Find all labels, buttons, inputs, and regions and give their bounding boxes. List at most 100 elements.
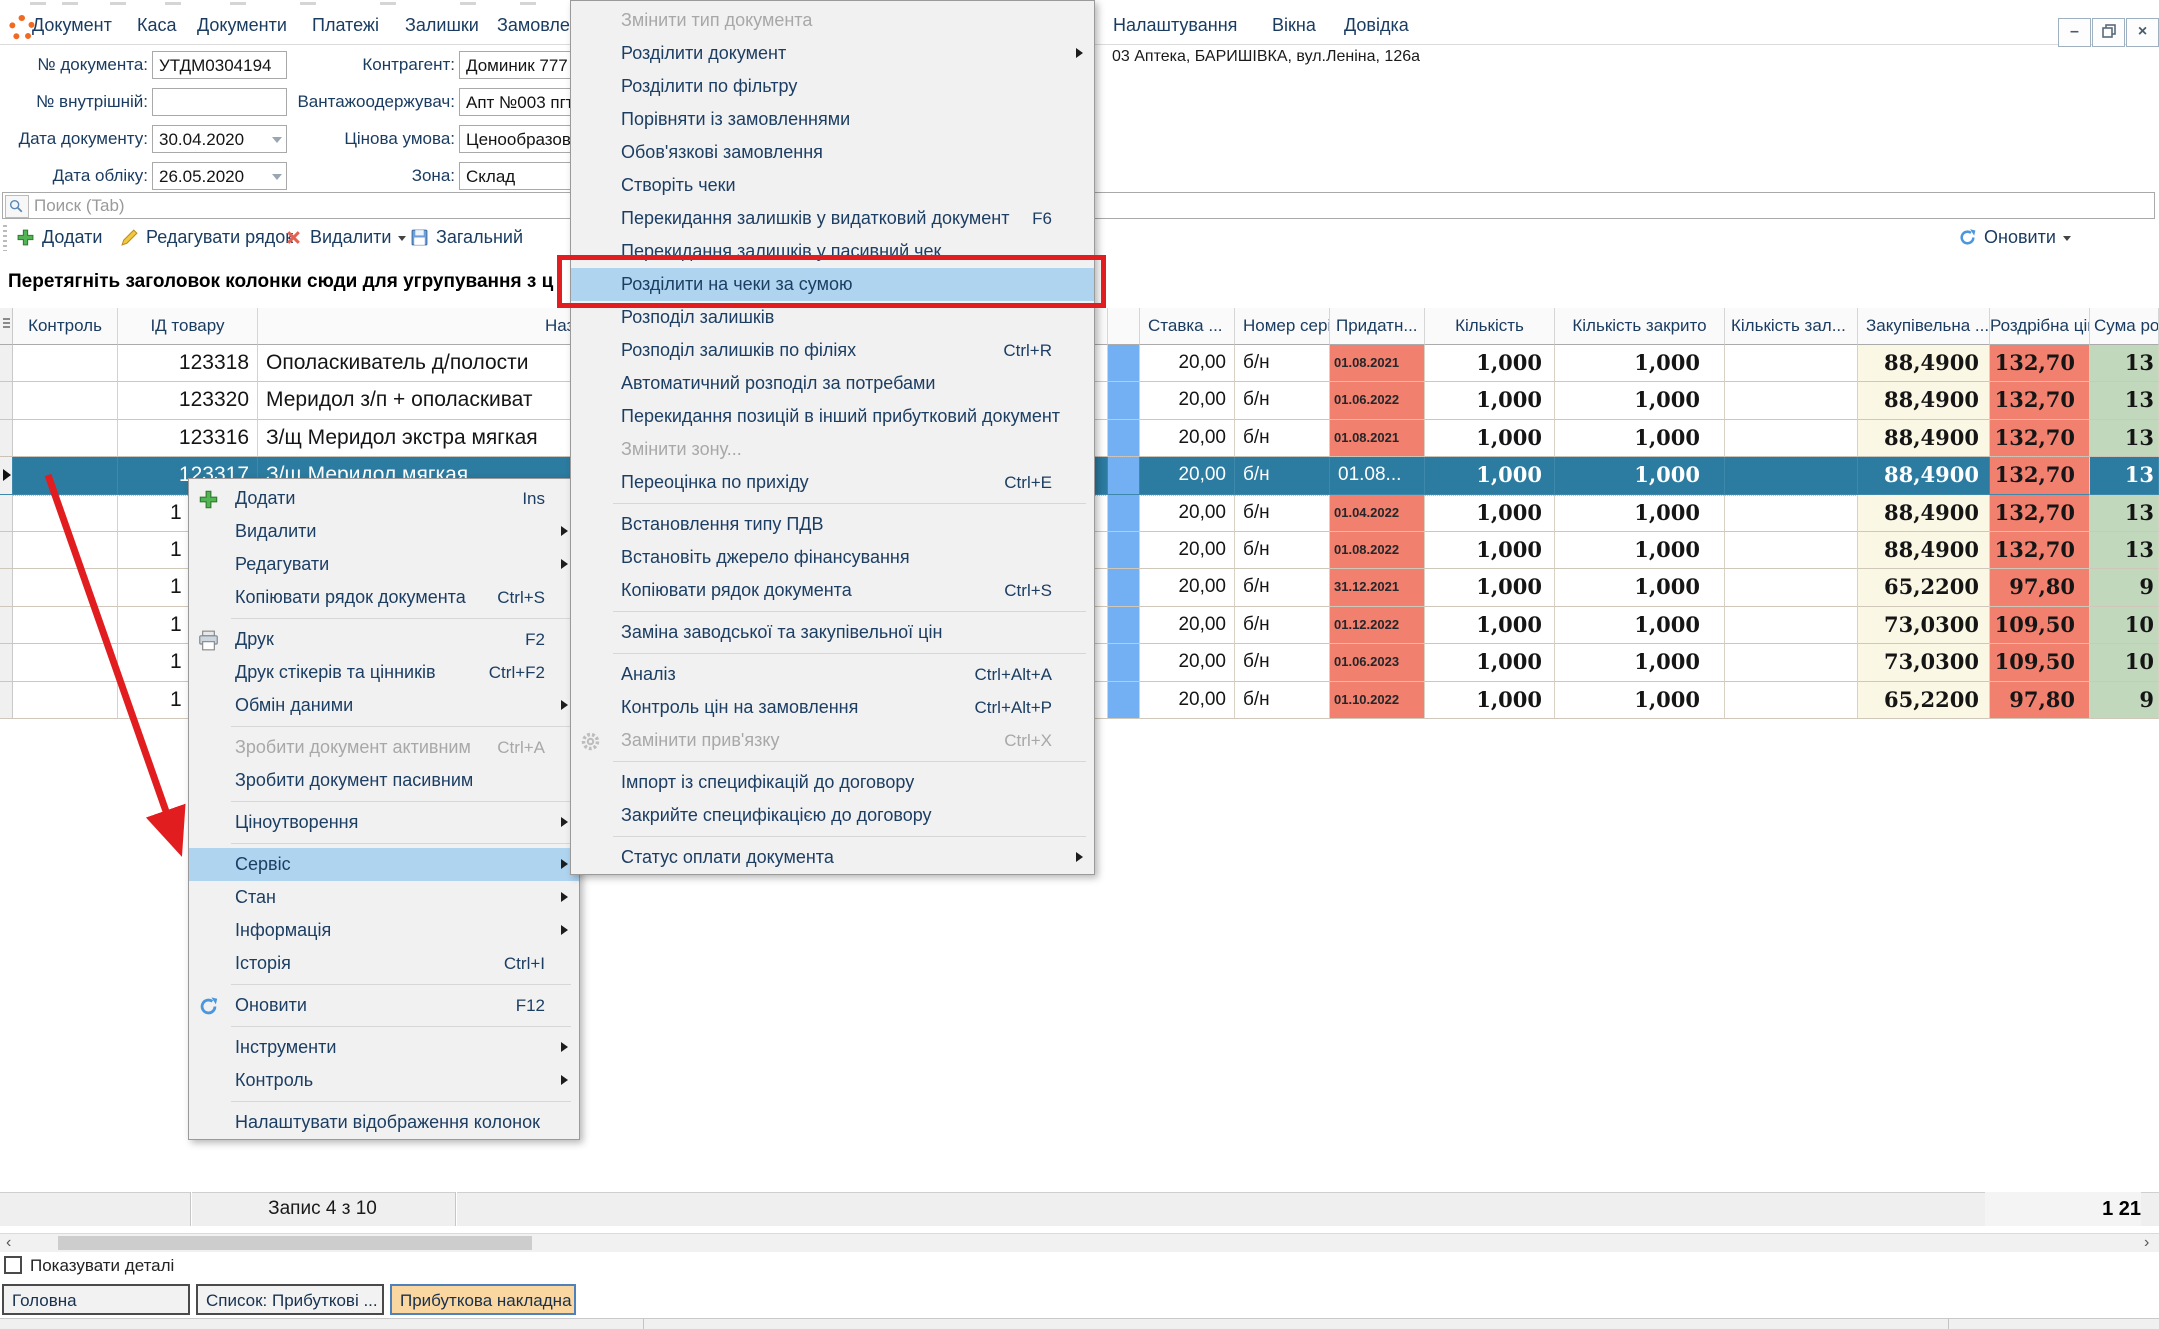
context-menu-item[interactable]: ОновитиF12 — [189, 989, 579, 1022]
menubar-item[interactable]: Налаштування — [1113, 6, 1237, 44]
chevron-down-icon[interactable] — [272, 137, 282, 143]
menu-shortcut: Ins — [522, 482, 545, 515]
menubar-item[interactable]: Каса — [137, 6, 177, 44]
text-field[interactable]: УТДМ0304194 — [152, 51, 287, 79]
table-cell-sum: 13 — [2090, 457, 2159, 494]
table-cell-sum: 10 — [2090, 644, 2159, 681]
table-header-retail[interactable]: Роздрібна ціна — [1990, 308, 2090, 345]
context-menu-item[interactable]: Стан — [189, 881, 579, 914]
submenu-item[interactable]: Переоцінка по прихідуCtrl+E — [571, 466, 1094, 499]
table-header-rate[interactable]: Ставка ... — [1140, 308, 1235, 345]
submenu-item[interactable]: Імпорт із специфікацій до договору — [571, 766, 1094, 799]
context-menu-item[interactable]: ІсторіяCtrl+I — [189, 947, 579, 980]
context-menu-item[interactable]: Сервіс — [189, 848, 579, 881]
submenu-item[interactable]: Копіювати рядок документаCtrl+S — [571, 574, 1094, 607]
scroll-left-icon[interactable]: ‹ — [6, 1234, 11, 1252]
submenu-item[interactable]: Розподіл залишків по філіяхCtrl+R — [571, 334, 1094, 367]
restore-button[interactable] — [2092, 18, 2125, 47]
tab-incoming-invoice[interactable]: Прибуткова накладна . — [390, 1284, 576, 1315]
context-menu-item[interactable]: Контроль — [189, 1064, 579, 1097]
minimize-button[interactable]: – — [2058, 18, 2091, 47]
menubar-item[interactable]: Замовле — [497, 6, 570, 44]
table-header-qty_left[interactable]: Кількість зал... — [1725, 308, 1858, 345]
menubar-item[interactable]: Вікна — [1272, 6, 1316, 44]
submenu-arrow-icon — [561, 1042, 568, 1052]
submenu-item[interactable]: АналізCtrl+Alt+A — [571, 658, 1094, 691]
context-menu-item[interactable]: Обмін даними — [189, 689, 579, 722]
menu-item-label: Друк — [235, 629, 274, 649]
submenu-item[interactable]: Встановіть джерело фінансування — [571, 541, 1094, 574]
scrollbar-thumb[interactable] — [58, 1236, 532, 1250]
add-button[interactable]: Додати — [16, 222, 102, 253]
toolbar-grip[interactable] — [3, 225, 7, 251]
edit-row-button[interactable]: Редагувати рядок — [120, 222, 293, 253]
close-button[interactable]: × — [2126, 18, 2159, 47]
horizontal-scrollbar[interactable]: ‹ › — [0, 1233, 2159, 1252]
submenu-item[interactable]: Закрийте специфікацією до договору — [571, 799, 1094, 832]
submenu-arrow-icon — [561, 817, 568, 827]
context-menu-item[interactable]: Зробити документ пасивним — [189, 764, 579, 797]
table-header-control[interactable]: Контроль — [13, 308, 118, 345]
clipped-glyph — [300, 2, 316, 5]
submenu-item[interactable]: Контроль цін на замовленняCtrl+Alt+P — [571, 691, 1094, 724]
submenu-item[interactable]: Порівняти із замовленнями — [571, 103, 1094, 136]
refresh-button[interactable]: Оновити — [1958, 222, 2071, 253]
table-cell-sum: 13 — [2090, 532, 2159, 569]
table-header-sum[interactable]: Сума роз — [2090, 308, 2159, 345]
submenu-item[interactable]: Перекидання позицій в інший прибутковий … — [571, 400, 1094, 433]
current-row-arrow-icon — [3, 469, 11, 481]
table-cell-flag — [1108, 607, 1140, 644]
context-menu-item[interactable]: ДодатиIns — [189, 482, 579, 515]
table-header-flag[interactable] — [1108, 308, 1140, 345]
submenu-item[interactable]: Встановлення типу ПДВ — [571, 508, 1094, 541]
submenu-item[interactable]: Автоматичний розподіл за потребами — [571, 367, 1094, 400]
table-header-expiry[interactable]: Придатн... — [1330, 308, 1425, 345]
submenu-item[interactable]: Заміна заводської та закупівельної цін — [571, 616, 1094, 649]
table-header-id[interactable]: ІД товару — [118, 308, 258, 345]
context-menu-item[interactable]: Друк F2 — [189, 623, 579, 656]
context-menu-item[interactable]: Копіювати рядок документаCtrl+S — [189, 581, 579, 614]
annotation-red-rectangle — [557, 255, 1106, 308]
menubar-item[interactable]: Платежі — [312, 6, 379, 44]
submenu-item[interactable]: Розділити по фільтру — [571, 70, 1094, 103]
table-header-qty[interactable]: Кількість — [1425, 308, 1555, 345]
tab-main[interactable]: Головна — [2, 1284, 190, 1315]
show-details-checkbox[interactable] — [4, 1256, 22, 1274]
context-menu-item[interactable]: Інструменти — [189, 1031, 579, 1064]
context-menu-item[interactable]: Ціноутворення — [189, 806, 579, 839]
submenu-item[interactable]: Статус оплати документа — [571, 841, 1094, 874]
chevron-down-icon[interactable] — [272, 174, 282, 180]
tab-list-incoming[interactable]: Список: Прибуткові ... — [196, 1284, 384, 1315]
table-cell-control — [13, 382, 118, 419]
context-menu-item: Зробити документ активнимCtrl+A — [189, 731, 579, 764]
delete-button[interactable]: Видалити — [284, 222, 406, 253]
context-menu-item[interactable]: Налаштувати відображення колонок — [189, 1106, 579, 1139]
minimize-icon: – — [2070, 23, 2079, 40]
context-menu-item[interactable]: Редагувати — [189, 548, 579, 581]
menu-shortcut: Ctrl+Alt+P — [975, 691, 1052, 724]
date-combo-field[interactable]: 30.04.2020 — [152, 125, 287, 153]
table-header-qty_closed[interactable]: Кількість закрито — [1555, 308, 1725, 345]
date-combo-field[interactable]: 26.05.2020 — [152, 162, 287, 190]
total-button[interactable]: Загальний — [410, 222, 523, 253]
menubar-item[interactable]: Залишки — [405, 6, 479, 44]
submenu-item[interactable]: Створіть чеки — [571, 169, 1094, 202]
submenu-item[interactable]: Перекидання залишків у видатковий докуме… — [571, 202, 1094, 235]
column-chooser-icon[interactable] — [0, 308, 13, 345]
menu-shortcut: F2 — [525, 623, 545, 656]
context-menu-item[interactable]: Друк стікерів та цінниківCtrl+F2 — [189, 656, 579, 689]
search-placeholder: Поиск (Tab) — [34, 193, 125, 218]
table-header-purchase[interactable]: Закупівельна ... — [1858, 308, 1990, 345]
menubar-item[interactable]: Довідка — [1344, 6, 1409, 44]
row-indicator — [0, 420, 13, 457]
menubar-item[interactable]: Документ — [32, 6, 112, 44]
scroll-right-icon[interactable]: › — [2144, 1234, 2149, 1252]
context-menu-item[interactable]: Видалити — [189, 515, 579, 548]
menubar-item[interactable]: Документи — [197, 6, 287, 44]
table-header-series[interactable]: Номер серії — [1235, 308, 1330, 345]
table-cell-qty: 1,000 — [1425, 382, 1555, 419]
context-menu-item[interactable]: Інформація — [189, 914, 579, 947]
group-by-panel[interactable]: Перетягніть заголовок колонки сюди для у… — [8, 264, 553, 300]
submenu-item[interactable]: Обов'язкові замовлення — [571, 136, 1094, 169]
submenu-item[interactable]: Розділити документ — [571, 37, 1094, 70]
